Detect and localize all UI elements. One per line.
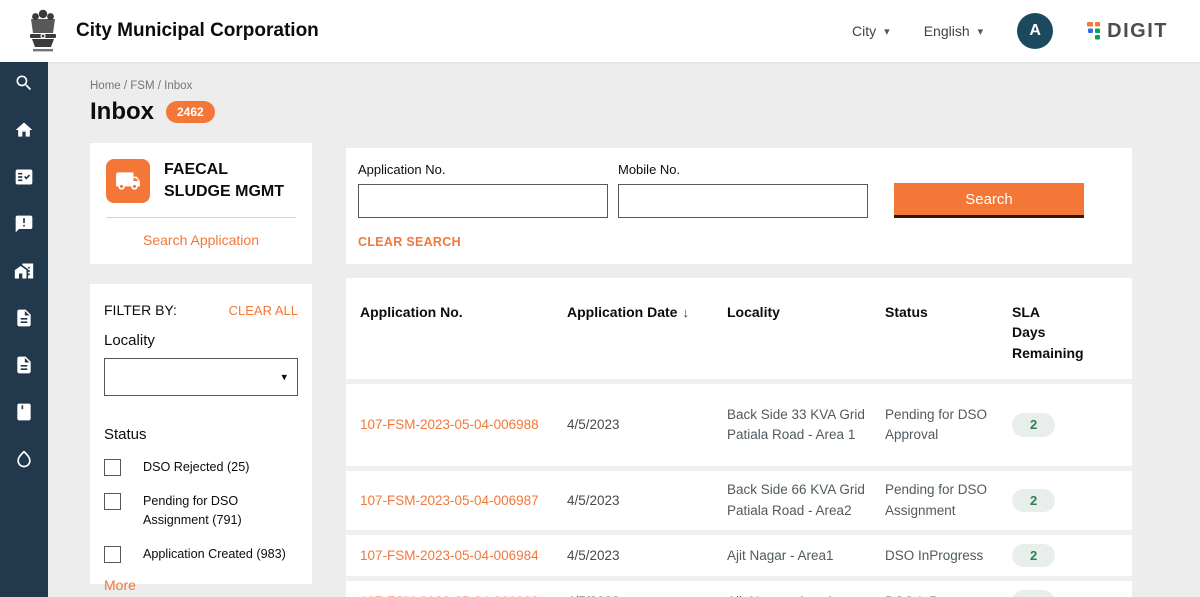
checkbox-icon[interactable] [104,493,121,510]
national-emblem-logo [22,7,64,55]
clear-all-link[interactable]: CLEAR ALL [229,303,298,318]
sla-days-badge: 2 [1012,489,1055,513]
truck-icon [106,159,150,203]
complaint-bubble-icon[interactable] [14,214,34,234]
document-icon[interactable] [14,355,34,375]
status-cell: DSO InProgress [885,546,1012,566]
col-header-locality: Locality [727,302,885,363]
digit-logo-mark-icon [1087,22,1102,40]
search-panel: Application No. Mobile No. Search CLEAR … [346,148,1132,264]
chevron-down-icon: ▾ [281,371,287,384]
search-application-link[interactable]: Search Application [106,218,296,264]
city-buildings-icon[interactable] [14,261,34,281]
locality-cell: Back Side 66 KVA Grid Patiala Road - Are… [727,480,885,521]
application-no-link[interactable]: 107-FSM-2023-05-04-006984 [360,546,567,566]
table-row[interactable]: 107-FSM-2023-05-04-006987 4/5/2023 Back … [346,471,1132,535]
status-option-dso-rejected[interactable]: DSO Rejected (25) [104,458,298,477]
water-drop-icon[interactable] [14,449,34,469]
fsm-module-card: FAECAL SLUDGE MGMT Search Application [90,143,312,264]
status-option-label: Pending for DSO Assignment (791) [143,492,298,530]
status-option-pending-dso-assignment[interactable]: Pending for DSO Assignment (791) [104,492,298,530]
language-selector-label: English [924,23,970,39]
filter-by-label: FILTER BY: [104,302,177,318]
application-date: 4/5/2023 [567,415,727,435]
status-option-label: Application Created (983) [143,545,286,564]
org-title: City Municipal Corporation [76,20,319,42]
col-header-application-no: Application No. [360,302,567,363]
digit-logo: DIGIT [1087,20,1168,43]
table-row[interactable]: 107-FSM-2023-05-04-006984 4/5/2023 Ajit … [346,535,1132,582]
home-icon[interactable] [14,120,34,140]
page-title-row: Inbox 2462 [90,98,215,126]
module-title: FAECAL SLUDGE MGMT [164,159,296,202]
ledger-book-icon[interactable] [14,402,34,422]
language-selector[interactable]: English ▾ [924,23,983,39]
breadcrumb[interactable]: Home / FSM / Inbox [90,80,192,92]
col-header-sla-days: SLA Days Remaining [1012,302,1104,363]
status-cell: Pending for DSO Approval [885,405,1012,446]
application-date: 4/5/2023 [567,546,727,566]
topbar-actions: City ▾ English ▾ A DIGIT [852,13,1200,49]
locality-dropdown[interactable]: ▾ [104,358,298,396]
application-no-link[interactable]: 107-FSM-2023-05-04-006983 [360,592,567,597]
status-option-label: DSO Rejected (25) [143,458,249,477]
status-cell: DSO InProgress [885,592,1012,597]
left-column: FAECAL SLUDGE MGMT Search Application FI… [90,143,312,584]
avatar-initial: A [1029,22,1041,40]
application-date: 4/5/2023 [567,491,727,511]
inbox-count-badge: 2462 [166,101,215,123]
application-no-link[interactable]: 107-FSM-2023-05-04-006987 [360,491,567,511]
fsm-module-header: FAECAL SLUDGE MGMT [106,159,296,218]
main-content: Home / FSM / Inbox Inbox 2462 FAECAL SLU… [48,62,1200,597]
table-header-row: Application No. Application Date↓ Locali… [346,278,1132,384]
app-window: City Municipal Corporation City ▾ Englis… [0,0,1200,597]
application-no-link[interactable]: 107-FSM-2023-05-04-006988 [360,415,567,435]
sla-days-badge: 2 [1012,544,1055,568]
top-header: City Municipal Corporation City ▾ Englis… [0,0,1200,62]
page-title: Inbox [90,98,154,126]
city-selector-label: City [852,23,876,39]
table-row[interactable]: 107-FSM-2023-05-04-006988 4/5/2023 Back … [346,384,1132,472]
left-nav-rail [0,62,48,597]
mobile-no-label: Mobile No. [618,162,868,177]
status-label: Status [104,426,298,443]
locality-label: Locality [104,332,298,349]
search-button[interactable]: Search [894,183,1084,218]
document-icon[interactable] [14,308,34,328]
inbox-table: Application No. Application Date↓ Locali… [346,278,1132,597]
col-header-status: Status [885,302,1012,363]
locality-cell: Back Side 33 KVA Grid Patiala Road - Are… [727,405,885,446]
user-avatar[interactable]: A [1017,13,1053,49]
filter-panel: FILTER BY: CLEAR ALL Locality ▾ Status D… [90,284,312,584]
status-option-application-created[interactable]: Application Created (983) [104,545,298,564]
checkbox-icon[interactable] [104,459,121,476]
chevron-down-icon: ▾ [884,25,890,38]
right-column: Application No. Mobile No. Search CLEAR … [346,148,1132,597]
application-no-input[interactable] [358,184,608,218]
col-header-application-date[interactable]: Application Date↓ [567,302,727,363]
mobile-no-input[interactable] [618,184,868,218]
checkbox-icon[interactable] [104,546,121,563]
digit-logo-text: DIGIT [1107,20,1168,43]
sla-days-badge: 2 [1012,590,1055,597]
city-selector[interactable]: City ▾ [852,23,890,39]
status-cell: Pending for DSO Assignment [885,480,1012,521]
locality-cell: Ajit Nagar - Area1 [727,592,885,597]
chevron-down-icon: ▾ [978,25,984,38]
application-no-label: Application No. [358,162,608,177]
locality-cell: Ajit Nagar - Area1 [727,546,885,566]
application-date: 4/5/2023 [567,592,727,597]
more-filters-link[interactable]: More [104,577,298,593]
search-icon[interactable] [14,73,34,93]
table-row[interactable]: 107-FSM-2023-05-04-006983 4/5/2023 Ajit … [346,581,1132,597]
sort-descending-icon[interactable]: ↓ [682,305,689,320]
checklist-icon[interactable] [14,167,34,187]
clear-search-link[interactable]: CLEAR SEARCH [358,235,1120,249]
sla-days-badge: 2 [1012,413,1055,437]
